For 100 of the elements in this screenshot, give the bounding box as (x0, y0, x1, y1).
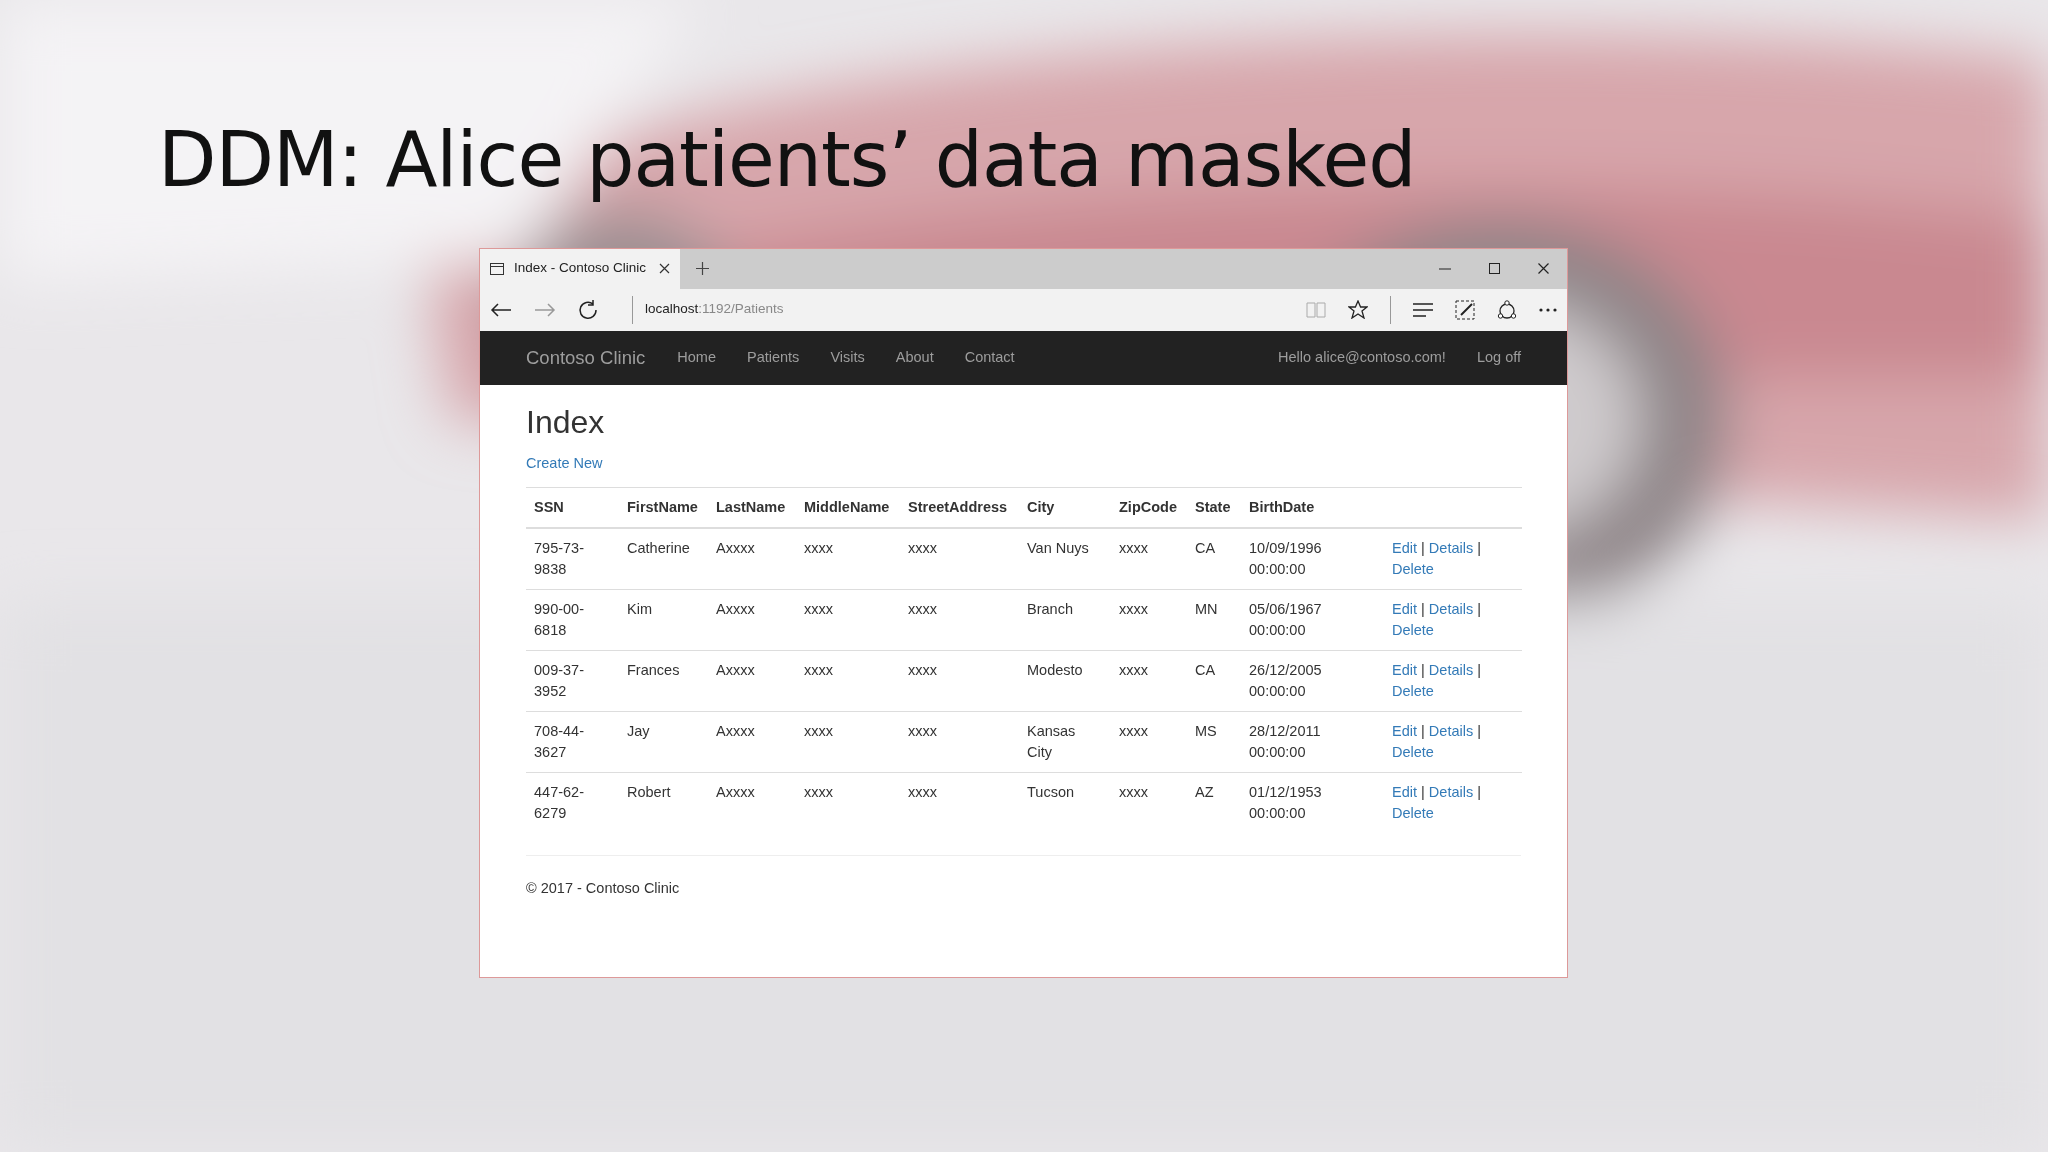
column-header: BirthDate (1241, 487, 1384, 528)
forward-arrow-icon[interactable] (534, 301, 556, 318)
delete-link[interactable]: Delete (1392, 682, 1434, 699)
table-cell: Tucson (1019, 772, 1111, 833)
refresh-icon[interactable] (578, 299, 598, 320)
table-cell: xxxx (900, 589, 1019, 651)
table-cell: 009-37-3952 (526, 650, 619, 712)
table-cell: 01/12/1953 00:00:00 (1241, 772, 1384, 833)
column-header: ZipCode (1111, 487, 1187, 528)
table-cell: xxxx (1111, 589, 1187, 651)
minimize-icon[interactable] (1439, 267, 1451, 270)
table-cell: 708-44-3627 (526, 711, 619, 773)
back-arrow-icon[interactable] (490, 301, 512, 318)
delete-link[interactable]: Delete (1392, 560, 1434, 577)
table-cell: Kansas City (1019, 711, 1111, 773)
table-cell: Van Nuys (1019, 527, 1111, 590)
table-cell: MN (1187, 589, 1241, 651)
table-cell: xxxx (1111, 527, 1187, 590)
column-header: LastName (708, 487, 796, 528)
separator-text: | (1477, 783, 1481, 800)
separator-text: | (1421, 661, 1425, 678)
table-cell: CA (1187, 527, 1241, 590)
greeting-link[interactable]: Hello alice@contoso.com! (1278, 346, 1446, 369)
table-cell: Kim (619, 589, 708, 651)
separator-text: | (1477, 722, 1481, 739)
separator-text: | (1477, 661, 1481, 678)
slide-title: DDM: Alice patients’ data masked (158, 118, 1416, 202)
table-cell: xxxx (900, 711, 1019, 773)
table-cell: xxxx (796, 711, 900, 773)
column-header: StreetAddress (900, 487, 1019, 528)
table-cell: xxxx (796, 650, 900, 712)
nav-link[interactable]: About (895, 346, 934, 369)
table-cell: xxxx (900, 527, 1019, 590)
separator-text: | (1421, 600, 1425, 617)
nav-link[interactable]: Contact (964, 346, 1015, 369)
table-cell: Jay (619, 711, 708, 773)
edit-link[interactable]: Edit (1392, 600, 1417, 617)
table-cell: xxxx (796, 527, 900, 590)
footer-text: © 2017 - Contoso Clinic (526, 879, 680, 896)
table-cell: xxxx (1111, 711, 1187, 773)
table-cell: Axxxx (708, 772, 796, 833)
table-cell: xxxx (900, 650, 1019, 712)
table-cell: 10/09/1996 00:00:00 (1241, 527, 1384, 590)
table-cell: CA (1187, 650, 1241, 712)
brand-link[interactable]: Contoso Clinic (526, 343, 646, 372)
table-cell: xxxx (1111, 772, 1187, 833)
table-cell: Axxxx (708, 589, 796, 651)
edit-link[interactable]: Edit (1392, 722, 1417, 739)
create-new-link[interactable]: Create New (526, 455, 603, 471)
separator-text: | (1477, 600, 1481, 617)
share-icon[interactable] (1497, 299, 1517, 320)
table-cell: 28/12/2011 00:00:00 (1241, 711, 1384, 773)
details-link[interactable]: Details (1428, 600, 1474, 617)
table-cell: Axxxx (708, 527, 796, 590)
separator-text: | (1421, 539, 1425, 556)
new-tab-icon[interactable] (696, 262, 709, 276)
page-heading: Index (526, 402, 606, 441)
table-cell: 05/06/1967 00:00:00 (1241, 589, 1384, 651)
table-cell: 990-00-6818 (526, 589, 619, 651)
close-icon[interactable] (1538, 263, 1549, 275)
delete-link[interactable]: Delete (1392, 804, 1434, 821)
page-icon (490, 262, 504, 275)
table-cell: 795-73-9838 (526, 527, 619, 590)
column-header: MiddleName (796, 487, 900, 528)
table-cell: xxxx (900, 772, 1019, 833)
edit-link[interactable]: Edit (1392, 661, 1417, 678)
maximize-icon[interactable] (1489, 263, 1500, 275)
separator-text: | (1421, 722, 1425, 739)
column-header: SSN (526, 487, 619, 528)
pen-note-icon[interactable] (1455, 299, 1475, 320)
close-icon[interactable] (659, 263, 670, 275)
table-cell: 447-62-6279 (526, 772, 619, 833)
delete-link[interactable]: Delete (1392, 743, 1434, 760)
column-header: State (1187, 487, 1241, 528)
nav-link[interactable]: Visits (830, 346, 865, 369)
delete-link[interactable]: Delete (1392, 621, 1434, 638)
log-off-link[interactable]: Log off (1476, 346, 1521, 369)
star-icon[interactable] (1348, 300, 1368, 320)
details-link[interactable]: Details (1428, 783, 1474, 800)
details-link[interactable]: Details (1428, 539, 1474, 556)
table-cell: Branch (1019, 589, 1111, 651)
nav-link[interactable]: Home (677, 346, 716, 369)
table-cell: 26/12/2005 00:00:00 (1241, 650, 1384, 712)
edit-link[interactable]: Edit (1392, 539, 1417, 556)
hub-icon[interactable] (1413, 302, 1433, 317)
details-link[interactable]: Details (1428, 722, 1474, 739)
table-cell: xxxx (796, 589, 900, 651)
table-cell: Axxxx (708, 650, 796, 712)
table-cell: AZ (1187, 772, 1241, 833)
column-header: City (1019, 487, 1111, 528)
more-icon[interactable] (1539, 307, 1557, 312)
table-cell: xxxx (1111, 650, 1187, 712)
table-cell: Axxxx (708, 711, 796, 773)
table-cell: Catherine (619, 527, 708, 590)
table-cell: MS (1187, 711, 1241, 773)
edit-link[interactable]: Edit (1392, 783, 1417, 800)
browser-tab[interactable]: Index - Contoso Clinic (480, 248, 680, 289)
details-link[interactable]: Details (1428, 661, 1474, 678)
nav-link[interactable]: Patients (746, 346, 800, 369)
separator-text: | (1421, 783, 1425, 800)
